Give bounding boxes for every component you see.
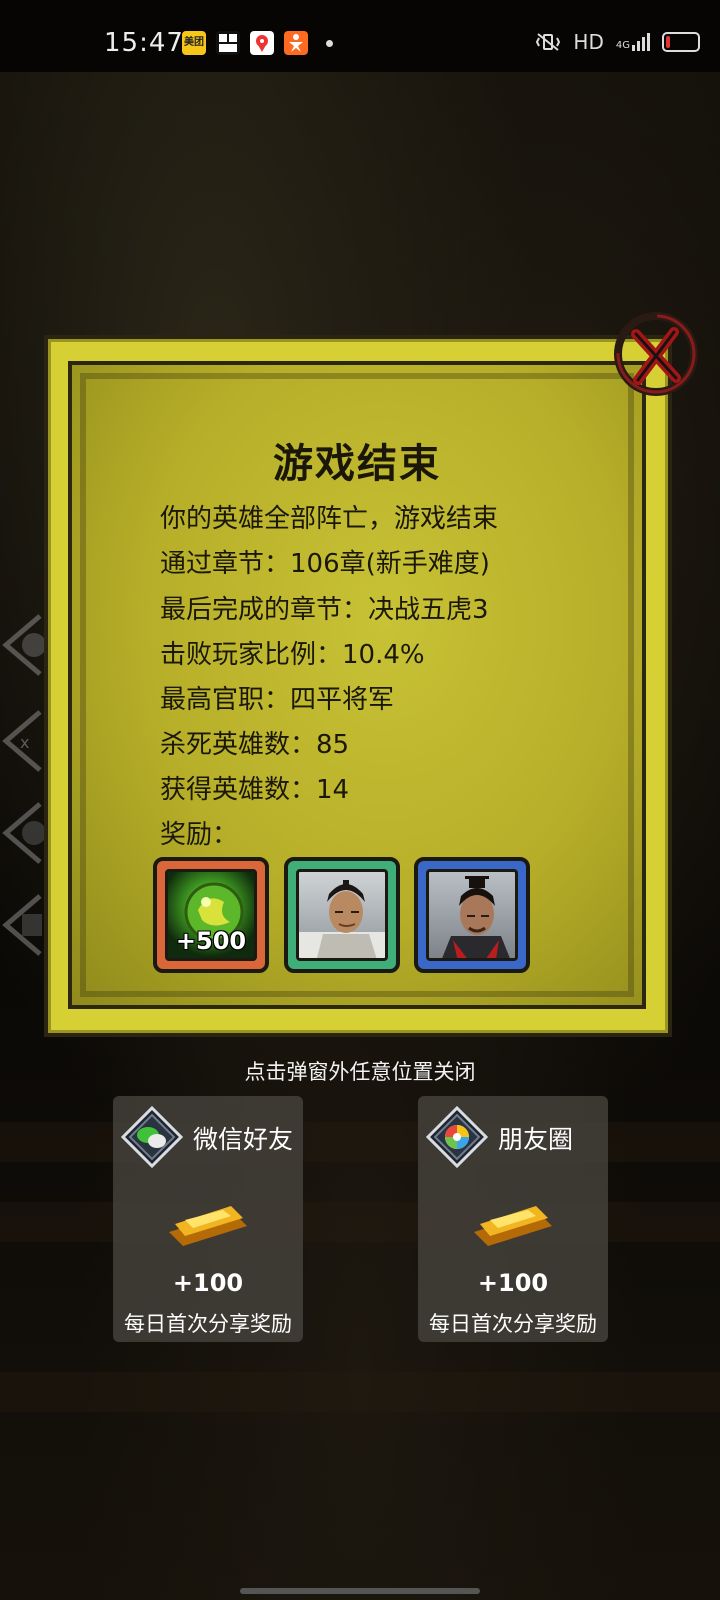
- share-reward-desc: 每日首次分享奖励: [124, 1312, 292, 1336]
- status-app-icons: 美团: [182, 31, 333, 55]
- gold-ingot-icon: [474, 1206, 552, 1246]
- summary-line: 你的英雄全部阵亡，游戏结束: [160, 504, 499, 534]
- share-reward-amount: +100: [477, 1269, 549, 1297]
- side-menu-icon[interactable]: [0, 892, 44, 958]
- share-label: 朋友圈: [498, 1125, 574, 1154]
- reward-hero-portrait[interactable]: [414, 857, 530, 973]
- reward-name: [414, 974, 530, 986]
- home-indicator[interactable]: [240, 1588, 480, 1594]
- reward-amount: +500: [175, 927, 247, 955]
- share-reward-amount: +100: [172, 1269, 244, 1297]
- red-x-close-icon[interactable]: [610, 312, 702, 396]
- battery-icon: [662, 32, 700, 52]
- reward-jade-orb[interactable]: +500: [153, 857, 269, 973]
- side-menu-icon[interactable]: x: [0, 708, 44, 774]
- gold-ingot-icon: [169, 1206, 247, 1246]
- chapters-passed-line: 通过章节：106章(新手难度): [160, 549, 490, 579]
- defeat-ratio-line: 击败玩家比例：10.4%: [160, 640, 425, 670]
- share-label: 微信好友: [193, 1125, 294, 1154]
- reward-hero-portrait[interactable]: [284, 857, 400, 973]
- reward-name: [153, 974, 269, 986]
- grid-app-icon: [216, 31, 240, 55]
- network-type: HD: [573, 30, 604, 54]
- side-menu-icon[interactable]: [0, 612, 44, 678]
- signal-type: 4G: [615, 40, 630, 51]
- rewards-label: 奖励：: [160, 820, 239, 850]
- share-moments[interactable]: 朋友圈 +100 每日首次分享奖励: [418, 1096, 608, 1342]
- dialog-title: 游戏结束: [273, 441, 441, 487]
- moments-icon: [426, 1106, 488, 1168]
- map-pin-app-icon: [250, 31, 274, 55]
- hero-portrait-general-icon: [426, 869, 518, 961]
- highest-rank-line: 最高官职：四平将军: [160, 685, 395, 715]
- share-reward-desc: 每日首次分享奖励: [429, 1312, 597, 1336]
- person-app-icon: [284, 31, 308, 55]
- share-wechat-friends[interactable]: 微信好友 +100 每日首次分享奖励: [113, 1096, 303, 1342]
- side-menu-icon[interactable]: [0, 800, 44, 866]
- vibrate-icon: [536, 33, 561, 51]
- heroes-obtained-line: 获得英雄数：14: [160, 775, 350, 805]
- hero-portrait-warrior-icon: [296, 869, 388, 961]
- status-right: HD 4G: [535, 30, 700, 54]
- wechat-icon: [121, 1106, 183, 1168]
- last-chapter-line: 最后完成的章节：决战五虎3: [160, 595, 489, 625]
- signal-icon: 4G: [616, 33, 650, 51]
- svg-text:x: x: [20, 733, 29, 752]
- heroes-killed-line: 杀死英雄数：85: [160, 730, 350, 760]
- status-time: 15:47: [104, 28, 184, 58]
- dismiss-hint: 点击弹窗外任意位置关闭: [244, 1060, 476, 1084]
- meituan-app-icon: 美团: [182, 31, 206, 55]
- reward-name: [284, 974, 400, 986]
- notification-dot-icon: [326, 39, 333, 47]
- status-bar: 15:47 美团 HD 4G: [0, 0, 720, 72]
